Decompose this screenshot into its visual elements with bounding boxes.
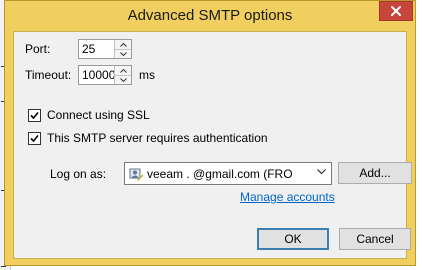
port-decrement-button[interactable] bbox=[115, 49, 131, 58]
ssl-checkbox[interactable] bbox=[28, 109, 41, 122]
timeout-value[interactable]: 100000 bbox=[82, 68, 115, 82]
close-icon bbox=[391, 6, 401, 16]
account-icon bbox=[129, 168, 144, 181]
timeout-spinner-arrows[interactable] bbox=[114, 66, 131, 84]
cancel-button[interactable]: Cancel bbox=[339, 228, 411, 250]
ok-button[interactable]: OK bbox=[257, 228, 329, 250]
account-value: veeam . @gmail.com (FRO bbox=[147, 167, 293, 181]
background-mark bbox=[1, 266, 6, 267]
timeout-decrement-button[interactable] bbox=[115, 75, 131, 84]
title-bar[interactable]: Advanced SMTP options bbox=[5, 1, 415, 31]
chevron-down-icon bbox=[119, 51, 127, 56]
ssl-label[interactable]: Connect using SSL bbox=[47, 108, 150, 122]
checkmark-icon bbox=[30, 111, 39, 120]
timeout-spinner[interactable]: 100000 bbox=[78, 65, 132, 85]
close-button[interactable] bbox=[379, 1, 413, 21]
dialog-body: Port: 25 Timeout: 100000 bbox=[13, 31, 412, 259]
port-spinner[interactable]: 25 bbox=[78, 39, 132, 59]
port-label: Port: bbox=[25, 42, 51, 56]
chevron-up-icon bbox=[119, 42, 127, 47]
auth-checkbox[interactable] bbox=[28, 132, 41, 145]
port-value[interactable]: 25 bbox=[82, 42, 95, 56]
manage-accounts-link[interactable]: Manage accounts bbox=[240, 190, 335, 204]
smtp-options-dialog: Advanced SMTP options Port: 25 Timeout: … bbox=[4, 0, 416, 266]
dialog-title: Advanced SMTP options bbox=[127, 7, 293, 24]
checkmark-icon bbox=[30, 134, 39, 143]
timeout-unit: ms bbox=[139, 68, 155, 82]
auth-label[interactable]: This SMTP server requires authentication bbox=[47, 131, 268, 145]
timeout-label: Timeout: bbox=[25, 68, 72, 82]
account-dropdown[interactable]: veeam . @gmail.com (FRO bbox=[124, 162, 332, 185]
chevron-down-icon bbox=[317, 169, 326, 175]
chevron-down-icon bbox=[119, 77, 127, 82]
logon-label: Log on as: bbox=[50, 167, 107, 181]
port-spinner-arrows[interactable] bbox=[114, 40, 131, 58]
chevron-up-icon bbox=[119, 68, 127, 73]
add-account-button[interactable]: Add... bbox=[338, 162, 412, 184]
